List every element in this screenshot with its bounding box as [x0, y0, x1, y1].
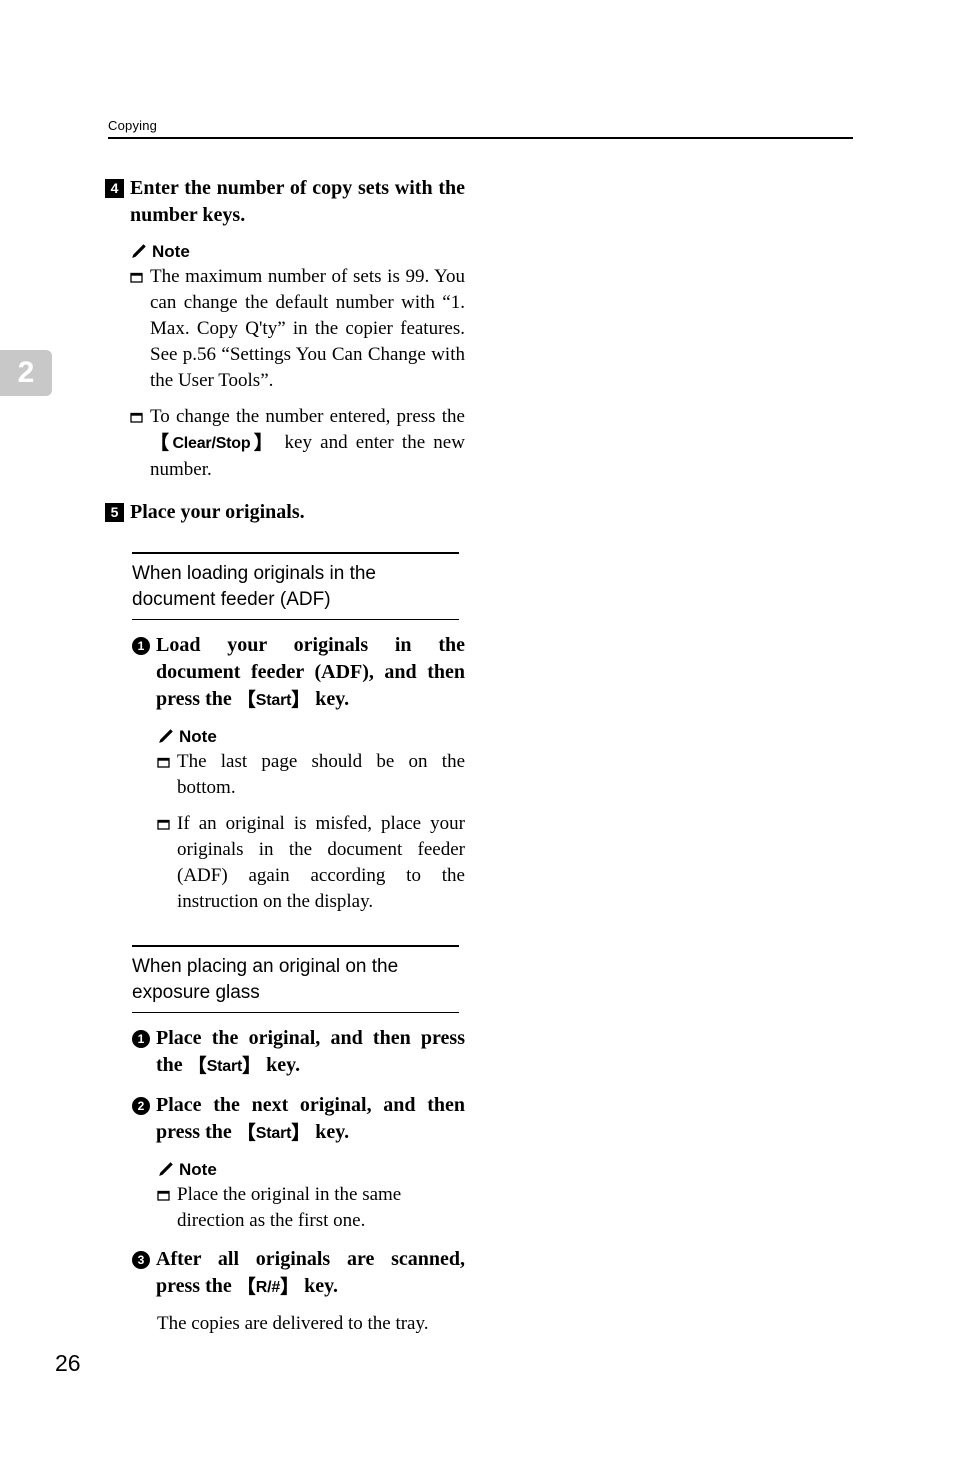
substep-text: Place the next original, and then press … — [156, 1092, 465, 1147]
step-badge: 4 — [105, 179, 124, 198]
note-heading: Note — [157, 728, 465, 745]
keycap-open-bracket: 【 — [236, 1277, 256, 1298]
note-item: The maximum number of sets is 99. You ca… — [130, 264, 465, 394]
substep-badge: 1 — [132, 637, 150, 655]
note-heading: Note — [157, 1161, 465, 1178]
keycap-label: Start — [255, 692, 292, 709]
substep-text: Load your originals in the document feed… — [156, 632, 465, 714]
closing-paragraph: The copies are delivered to the tray. — [157, 1313, 429, 1334]
keycap-open-bracket: 【 — [236, 690, 256, 711]
pencil-icon — [157, 1161, 174, 1178]
step-badge: 5 — [105, 503, 124, 522]
note-text: The last page should be on the bottom. — [177, 751, 465, 798]
substep-text-post: key. — [299, 1275, 338, 1297]
subsection-divider-top — [132, 552, 459, 554]
substep-text: Place the original, and then press the 【… — [156, 1025, 465, 1080]
substep-badge: 2 — [132, 1097, 150, 1115]
square-bullet-icon — [157, 818, 170, 831]
note-text: Place the original in the same direction… — [177, 1184, 402, 1231]
substep-text-post: key. — [310, 1121, 350, 1143]
note-item: If an original is misfed, place your ori… — [157, 811, 465, 915]
keycap-open-bracket: 【 — [236, 1123, 256, 1144]
step-text: Enter the number of copy sets with the n… — [130, 177, 465, 226]
keycap-label: Start — [255, 1125, 292, 1142]
subsection-title: When placing an original on the exposure… — [132, 955, 399, 1003]
content-column: 4 Enter the number of copy sets with the… — [105, 175, 465, 1337]
substep: 2 Place the next original, and then pres… — [132, 1092, 465, 1147]
substep-badge: 3 — [132, 1251, 150, 1269]
note-text-pre: To change the number entered, press the — [150, 406, 465, 427]
keycap-label: Clear/Stop — [172, 435, 251, 452]
note-item: To change the number entered, press the … — [130, 404, 465, 483]
substep-text: After all originals are scanned, press t… — [156, 1246, 465, 1301]
page-number: 26 — [55, 1350, 81, 1376]
subsection-divider-bottom — [132, 618, 459, 620]
keycap-close-bracket: 】 — [242, 1056, 262, 1077]
chapter-tab-number: 2 — [17, 356, 35, 389]
step-text: Place your originals. — [130, 501, 305, 523]
keycap-close-bracket: 】 — [291, 1123, 311, 1144]
subsection-divider-top — [132, 945, 459, 947]
substep-text-post: key. — [310, 688, 350, 710]
subsection-title: When loading originals in the document f… — [132, 562, 376, 610]
note-text: To change the number entered, press the … — [150, 404, 465, 483]
chapter-tab: 2 — [0, 350, 52, 396]
keycap-close-bracket: 】 — [250, 433, 277, 454]
subsection-divider-bottom — [132, 1011, 459, 1013]
square-bullet-icon — [157, 756, 170, 769]
step-heading: 4 Enter the number of copy sets with the… — [105, 175, 465, 229]
note-label: Note — [152, 242, 190, 261]
square-bullet-icon — [130, 271, 143, 284]
step-heading: 5 Place your originals. — [105, 499, 465, 526]
page-header: Copying — [108, 118, 853, 139]
substep: 1 Load your originals in the document fe… — [132, 632, 465, 714]
keycap-close-bracket: 】 — [291, 690, 311, 711]
note-item: Place the original in the same direction… — [157, 1182, 465, 1234]
square-bullet-icon — [157, 1189, 170, 1202]
note-text: The maximum number of sets is 99. You ca… — [150, 266, 465, 391]
square-bullet-icon — [130, 411, 143, 424]
note-heading: Note — [130, 243, 465, 260]
note-label: Note — [179, 1160, 217, 1179]
pencil-icon — [157, 728, 174, 745]
keycap-close-bracket: 】 — [280, 1277, 300, 1298]
pencil-icon — [130, 243, 147, 260]
keycap-open-bracket: 【 — [187, 1056, 207, 1077]
keycap-label: R/# — [255, 1279, 281, 1296]
subsection-adf: When loading originals in the document f… — [105, 552, 465, 915]
note-item: The last page should be on the bottom. — [157, 749, 465, 801]
note-text: If an original is misfed, place your ori… — [177, 813, 465, 912]
substep-text-post: key. — [261, 1054, 301, 1076]
keycap-open-bracket: 【 — [150, 433, 173, 454]
header-divider — [108, 137, 853, 139]
subsection-exposure-glass: When placing an original on the exposure… — [105, 945, 465, 1337]
substep: 3 After all originals are scanned, press… — [132, 1246, 465, 1301]
substep-badge: 1 — [132, 1030, 150, 1048]
substep: 1 Place the original, and then press the… — [132, 1025, 465, 1080]
keycap-label: Start — [206, 1058, 243, 1075]
header-section-title: Copying — [108, 118, 158, 133]
note-label: Note — [179, 727, 217, 746]
